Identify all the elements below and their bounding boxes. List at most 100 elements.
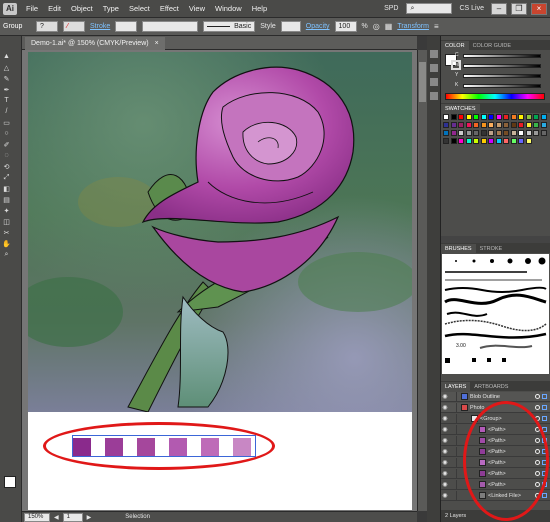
tool-slot[interactable] (12, 140, 21, 149)
swatch-chip[interactable] (443, 114, 449, 120)
swatch-chip[interactable] (458, 130, 464, 136)
variable-width-dropdown[interactable] (142, 21, 199, 32)
zoom-field[interactable]: 150% (24, 512, 50, 522)
tool-slot[interactable] (12, 85, 21, 94)
lock-toggle[interactable] (449, 414, 457, 423)
restore-button[interactable]: ❐ (511, 2, 527, 15)
swatch-chip[interactable] (443, 138, 449, 144)
swatch-chip[interactable] (465, 138, 472, 144)
tool-slot[interactable] (12, 184, 21, 193)
tool-slot[interactable] (12, 162, 21, 171)
menu-effect[interactable]: Effect (155, 4, 184, 13)
blob-brush-tool-icon[interactable]: ◌ (2, 151, 11, 160)
swatch-chip[interactable] (450, 138, 457, 144)
hand-tool-icon[interactable]: ✋ (2, 239, 11, 248)
fill-stroke-swatch[interactable] (4, 476, 16, 488)
menu-type[interactable]: Type (98, 4, 124, 13)
swatch-chip[interactable] (503, 122, 509, 128)
visibility-eye-icon[interactable]: ◉ (441, 492, 449, 499)
selection-indicator[interactable] (542, 394, 547, 399)
rotate-tool-icon[interactable]: ⟲ (2, 162, 11, 171)
swatch-grid[interactable] (443, 114, 548, 152)
tool-slot[interactable] (12, 74, 21, 83)
swatches-panel-icon[interactable] (430, 64, 438, 72)
rose-photo[interactable] (28, 52, 412, 412)
tool-slot[interactable] (12, 151, 21, 160)
brush-definition-dropdown[interactable]: Basic (203, 21, 256, 32)
swatch-chip[interactable] (540, 114, 547, 120)
selection-indicator[interactable] (542, 416, 547, 421)
color-panel-icon[interactable] (430, 50, 438, 58)
swatch-chip[interactable] (510, 130, 517, 136)
tool-slot[interactable] (12, 250, 21, 259)
magenta-slider[interactable] (463, 64, 541, 68)
swatch-chip[interactable] (540, 122, 547, 128)
swatch-chip[interactable] (503, 114, 509, 120)
tab-artboards[interactable]: ARTBOARDS (470, 382, 512, 391)
tool-slot[interactable] (12, 217, 21, 226)
tool-slot[interactable] (12, 129, 21, 138)
swatch-chip[interactable] (533, 122, 539, 128)
tab-color-guide[interactable]: COLOR GUIDE (469, 41, 516, 50)
swatch-chip[interactable] (443, 122, 449, 128)
tab-stroke[interactable]: STROKE (476, 244, 507, 253)
fill-color-picker[interactable]: ? (36, 21, 58, 32)
opacity-field[interactable]: 100 (334, 21, 357, 32)
swatch-chip[interactable] (473, 122, 479, 128)
swatch-chip[interactable] (495, 114, 502, 120)
pen-tool-icon[interactable]: ✎ (2, 74, 11, 83)
direct-selection-tool-icon[interactable]: △ (2, 63, 11, 72)
target-circle-icon[interactable] (535, 405, 540, 410)
pencil-tool-icon[interactable]: ✒ (2, 85, 11, 94)
layers-panel-icon[interactable] (430, 92, 438, 100)
recolor-artwork-icon[interactable]: ◎ (373, 22, 380, 31)
cyan-slider[interactable] (463, 54, 541, 58)
swatch-chip[interactable] (525, 138, 532, 144)
brushes-panel-icon[interactable] (430, 78, 438, 86)
tool-slot[interactable] (12, 63, 21, 72)
swatch-chip[interactable] (510, 138, 517, 144)
swatch-chip[interactable] (465, 130, 472, 136)
visibility-eye-icon[interactable]: ◉ (441, 393, 449, 400)
tool-slot[interactable] (12, 107, 21, 116)
opacity-link[interactable]: Opacity (306, 23, 330, 30)
swatch-chip[interactable] (518, 138, 524, 144)
swatch-chip[interactable] (450, 114, 457, 120)
swatch-chip[interactable] (510, 114, 517, 120)
target-circle-icon[interactable] (535, 394, 540, 399)
swatch-chip[interactable] (473, 130, 479, 136)
menu-window[interactable]: Window (210, 4, 247, 13)
swatch-chip[interactable] (503, 138, 509, 144)
tab-color[interactable]: COLOR (441, 41, 469, 50)
lock-toggle[interactable] (449, 447, 457, 456)
lock-toggle[interactable] (449, 403, 457, 412)
lock-toggle[interactable] (449, 480, 457, 489)
swatch-chip[interactable] (458, 138, 464, 144)
minimize-button[interactable]: – (491, 2, 507, 15)
stroke-color-picker[interactable]: ⁄ (63, 21, 85, 32)
transform-link[interactable]: Transform (397, 23, 429, 30)
swatch-chip[interactable] (450, 122, 457, 128)
swatch-chip[interactable] (510, 122, 517, 128)
layer-row[interactable]: ◉ Blob Outline (441, 392, 550, 402)
swatch-chip[interactable] (518, 114, 524, 120)
swatch-chip[interactable] (488, 122, 494, 128)
swatch-chip[interactable] (473, 138, 479, 144)
swatch-chip[interactable] (533, 114, 539, 120)
swatch-chip[interactable] (495, 138, 502, 144)
scroll-thumb[interactable] (419, 62, 426, 102)
tool-slot[interactable] (12, 52, 21, 61)
visibility-eye-icon[interactable]: ◉ (441, 415, 449, 422)
gradient-tool-icon[interactable]: ◫ (2, 217, 11, 226)
lock-toggle[interactable] (449, 469, 457, 478)
vertical-scrollbar[interactable] (417, 50, 427, 511)
swatch-chip[interactable] (495, 130, 502, 136)
visibility-eye-icon[interactable]: ◉ (441, 437, 449, 444)
tab-brushes[interactable]: BRUSHES (441, 244, 476, 253)
search-input[interactable]: ⌕ (406, 3, 453, 14)
lock-toggle[interactable] (449, 436, 457, 445)
document-tab[interactable]: Demo-1.ai* @ 150% (CMYK/Preview) × (25, 37, 165, 50)
selection-indicator[interactable] (542, 493, 547, 498)
stroke-weight-field[interactable] (115, 21, 138, 32)
visibility-eye-icon[interactable]: ◉ (441, 470, 449, 477)
